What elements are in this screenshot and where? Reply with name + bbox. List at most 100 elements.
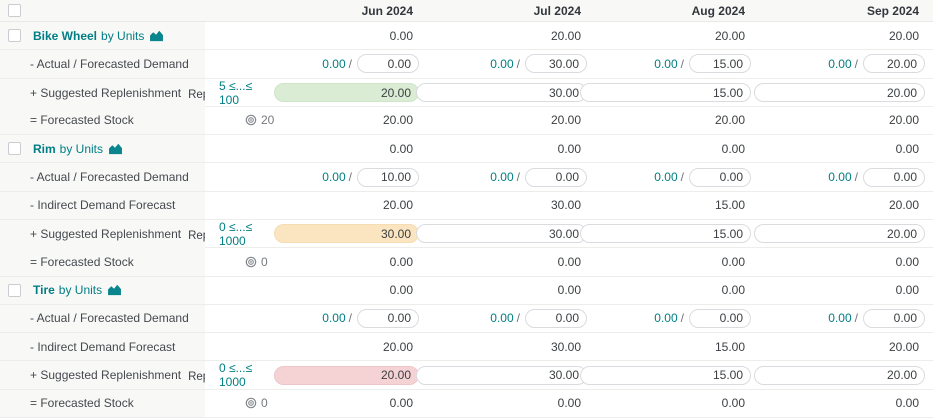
replenishment-input[interactable] xyxy=(754,83,925,102)
replenishment-cell xyxy=(427,83,595,102)
forecasted-stock-value: 0.00 xyxy=(595,396,759,410)
area-chart-icon[interactable] xyxy=(107,284,122,296)
replenish-button[interactable]: Replenish xyxy=(188,371,205,383)
forecast-demand-input[interactable] xyxy=(525,168,587,187)
indirect-demand-value: 20.00 xyxy=(759,340,933,354)
product-name[interactable]: Rim xyxy=(33,142,56,156)
replenishment-row: + Suggested ReplenishmentReplenish5 ≤...… xyxy=(0,79,933,107)
product-total-value: 0.00 xyxy=(205,29,427,43)
select-all-checkbox[interactable] xyxy=(8,4,21,17)
stock-row: = Forecasted Stock00.000.000.000.00 xyxy=(0,248,933,276)
forecast-demand-input[interactable] xyxy=(525,54,587,73)
bullseye-icon xyxy=(245,397,257,409)
stock-row: = Forecasted Stock2020.0020.0020.0020.00 xyxy=(0,107,933,135)
replenishment-input[interactable] xyxy=(580,224,751,243)
forecast-demand-input[interactable] xyxy=(357,168,419,187)
product-total-value: 0.00 xyxy=(205,283,427,297)
forecast-demand-input[interactable] xyxy=(689,168,751,187)
product-checkbox[interactable] xyxy=(8,142,21,155)
stock-cell: 00.00 xyxy=(205,255,427,269)
actual-demand-value: 0.00 xyxy=(654,170,677,184)
indirect-demand-row: - Indirect Demand Forecast20.0030.0015.0… xyxy=(0,192,933,220)
product-unit-label: by Units xyxy=(101,29,144,43)
actual-demand-value: 0.00 xyxy=(490,170,513,184)
product-total-value: 20.00 xyxy=(595,29,759,43)
column-header-aug: Aug 2024 xyxy=(595,4,759,18)
forecasted-stock-value: 0.00 xyxy=(427,255,595,269)
product-checkbox[interactable] xyxy=(8,29,21,42)
demand-row-label: - Actual / Forecasted Demand xyxy=(0,305,205,332)
replenishment-cell: 0 ≤...≤ 1000 xyxy=(205,361,427,389)
actual-demand-value: 0.00 xyxy=(490,57,513,71)
replenishment-cell xyxy=(427,366,595,385)
actual-demand-value: 0.00 xyxy=(322,170,345,184)
stock-row-label: = Forecasted Stock xyxy=(0,390,205,417)
forecasted-stock-value: 20.00 xyxy=(595,113,759,127)
replenishment-input[interactable] xyxy=(580,83,751,102)
product-checkbox[interactable] xyxy=(8,284,21,297)
slash-separator: / xyxy=(517,170,520,184)
replenishment-input[interactable] xyxy=(580,366,751,385)
forecast-demand-input[interactable] xyxy=(525,309,587,328)
product-cell: Tireby Units xyxy=(0,277,205,304)
demand-cell: 0.00/ xyxy=(759,54,933,73)
area-chart-icon[interactable] xyxy=(108,143,123,155)
product-total-value: 0.00 xyxy=(759,142,933,156)
replenishment-input[interactable] xyxy=(754,366,925,385)
product-row: Bike Wheelby Units0.0020.0020.0020.00 xyxy=(0,22,933,50)
forecasted-stock-value: 20.00 xyxy=(759,113,933,127)
replenishment-input[interactable] xyxy=(274,366,419,385)
replenishment-label-text: + Suggested Replenishment xyxy=(30,368,181,382)
demand-row: - Actual / Forecasted Demand0.00/0.00/0.… xyxy=(0,50,933,78)
replenishment-cell xyxy=(595,83,759,102)
replenishment-input[interactable] xyxy=(274,224,419,243)
forecast-demand-input[interactable] xyxy=(863,168,925,187)
forecast-demand-input[interactable] xyxy=(357,309,419,328)
demand-cell: 0.00/ xyxy=(205,54,427,73)
actual-demand-value: 0.00 xyxy=(654,57,677,71)
actual-demand-value: 0.00 xyxy=(490,311,513,325)
forecast-demand-input[interactable] xyxy=(689,54,751,73)
replenishment-input[interactable] xyxy=(754,224,925,243)
replenish-button[interactable]: Replenish xyxy=(188,89,205,101)
product-name[interactable]: Tire xyxy=(33,283,55,297)
forecast-demand-input[interactable] xyxy=(863,309,925,328)
demand-row: - Actual / Forecasted Demand0.00/0.00/0.… xyxy=(0,163,933,191)
replenishment-input[interactable] xyxy=(416,224,587,243)
replenishment-label-text: + Suggested Replenishment xyxy=(30,227,181,241)
stock-target: 0 xyxy=(245,255,268,269)
product-cell: Bike Wheel by Units xyxy=(0,22,205,49)
product-row: Rimby Units0.000.000.000.00 xyxy=(0,135,933,163)
slash-separator: / xyxy=(681,170,684,184)
product-unit-label: by Units xyxy=(60,142,103,156)
replenish-button[interactable]: Replenish xyxy=(188,230,205,242)
forecast-demand-input[interactable] xyxy=(689,309,751,328)
replenishment-cell: 0 ≤...≤ 1000 xyxy=(205,220,427,248)
slash-separator: / xyxy=(681,311,684,325)
indirect-demand-value: 20.00 xyxy=(205,340,427,354)
forecasted-stock-value: 20.00 xyxy=(383,113,413,127)
forecast-demand-input[interactable] xyxy=(357,54,419,73)
product-name[interactable]: Bike Wheel xyxy=(33,29,97,43)
demand-cell: 0.00/ xyxy=(427,309,595,328)
actual-demand-value: 0.00 xyxy=(322,57,345,71)
replenish-range: 0 ≤...≤ 1000 xyxy=(219,361,266,389)
forecast-demand-input[interactable] xyxy=(863,54,925,73)
replenishment-cell xyxy=(759,224,933,243)
replenishment-input[interactable] xyxy=(416,83,587,102)
stock-target: 20 xyxy=(245,113,274,127)
indirect-row-label: - Indirect Demand Forecast xyxy=(0,192,205,219)
slash-separator: / xyxy=(349,311,352,325)
table-body: Bike Wheelby Units0.0020.0020.0020.00- A… xyxy=(0,22,933,418)
area-chart-icon[interactable] xyxy=(149,30,164,42)
stock-target-value: 20 xyxy=(261,113,274,127)
bullseye-icon xyxy=(245,256,257,268)
replenishment-input[interactable] xyxy=(416,366,587,385)
replenishment-input[interactable] xyxy=(274,83,419,102)
demand-cell: 0.00 / xyxy=(427,168,595,187)
indirect-demand-value: 20.00 xyxy=(759,198,933,212)
product-total-value: 0.00 xyxy=(427,283,595,297)
product-total-value: 0.00 xyxy=(427,142,595,156)
forecasted-stock-value: 0.00 xyxy=(427,396,595,410)
replenish-range: 0 ≤...≤ 1000 xyxy=(219,220,266,248)
